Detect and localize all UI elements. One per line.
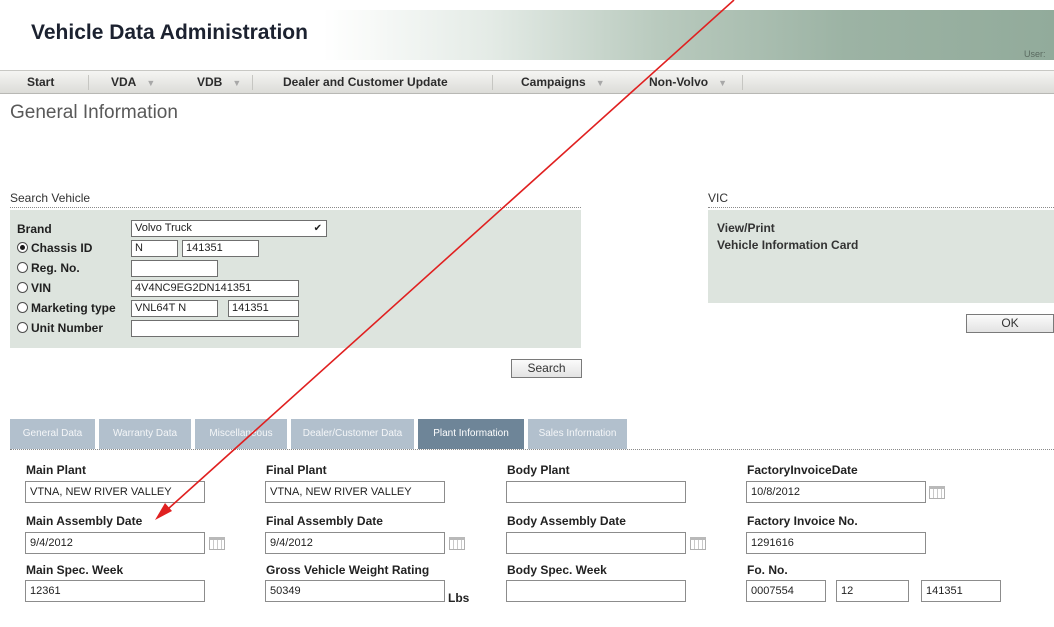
gvwr-label: Gross Vehicle Weight Rating [266, 563, 430, 577]
final-assembly-date-field[interactable]: 9/4/2012 [265, 532, 445, 554]
tab-sales-information[interactable]: Sales Information [528, 419, 627, 449]
factory-invoice-no-field[interactable]: 1291616 [746, 532, 926, 554]
radio-vin[interactable] [17, 282, 28, 293]
app-header: Vehicle Data Administration User: [0, 0, 1054, 62]
search-vehicle-title: Search Vehicle [10, 191, 91, 205]
menu-vdb[interactable]: VDB ▼ [197, 71, 241, 93]
menu-campaigns[interactable]: Campaigns ▼ [521, 71, 605, 93]
fo-no-field-2[interactable]: 12 [836, 580, 909, 602]
chassis-id-label: Chassis ID [31, 241, 93, 255]
fo-no-field-1[interactable]: 0007554 [746, 580, 826, 602]
annotation-arrowhead [155, 503, 172, 520]
calendar-icon[interactable] [690, 537, 706, 550]
calendar-icon[interactable] [209, 537, 225, 550]
main-plant-label: Main Plant [26, 463, 87, 477]
tab-miscellaneous[interactable]: Miscellaneous [195, 419, 287, 449]
main-spec-week-label: Main Spec. Week [26, 563, 124, 577]
tab-plant-information[interactable]: Plant Information [418, 419, 524, 449]
body-assembly-date-label: Body Assembly Date [507, 514, 626, 528]
main-assembly-date-field[interactable]: 9/4/2012 [25, 532, 205, 554]
factory-invoice-date-label: FactoryInvoiceDate [747, 463, 858, 477]
chevron-down-icon: ▼ [146, 78, 156, 88]
app-title: Vehicle Data Administration [31, 21, 308, 44]
main-plant-field[interactable]: VTNA, NEW RIVER VALLEY [25, 481, 205, 503]
reg-no-input[interactable] [131, 260, 218, 277]
fo-no-label: Fo. No. [747, 563, 788, 577]
gvwr-field[interactable]: 50349 [265, 580, 445, 602]
body-assembly-date-field[interactable] [506, 532, 686, 554]
menu-separator [252, 75, 253, 90]
vin-label: VIN [31, 281, 52, 295]
main-menu: Start VDA ▼ VDB ▼ Dealer and Customer Upda… [0, 70, 1054, 94]
vic-card-label: Vehicle Information Card [717, 238, 859, 252]
body-spec-week-label: Body Spec. Week [507, 563, 607, 577]
vic-view-print: View/Print [717, 221, 775, 235]
section-divider [708, 207, 1054, 208]
menu-separator [742, 75, 743, 90]
menu-vda[interactable]: VDA ▼ [111, 71, 155, 93]
final-plant-label: Final Plant [266, 463, 327, 477]
brand-label: Brand [17, 222, 52, 236]
chassis-number-input[interactable]: 141351 [182, 240, 259, 257]
brand-select[interactable]: Volvo Truck ✔ [131, 220, 327, 237]
menu-start[interactable]: Start [27, 71, 54, 93]
chevron-down-icon: ✔ [313, 223, 322, 234]
page-title: General Information [10, 102, 178, 123]
chassis-series-input[interactable]: N [131, 240, 178, 257]
search-vehicle-panel: Brand Volvo Truck ✔ Chassis ID N 141351 … [10, 210, 581, 348]
menu-dealer-customer-update[interactable]: Dealer and Customer Update [283, 71, 448, 93]
unit-number-input[interactable] [131, 320, 299, 337]
section-divider [10, 207, 581, 208]
vic-panel: View/Print Vehicle Information Card [708, 210, 1054, 303]
final-plant-field[interactable]: VTNA, NEW RIVER VALLEY [265, 481, 445, 503]
body-spec-week-field[interactable] [506, 580, 686, 602]
body-plant-field[interactable] [506, 481, 686, 503]
marketing-number-input[interactable]: 141351 [228, 300, 299, 317]
tab-general-data[interactable]: General Data [10, 419, 95, 449]
radio-marketing-type[interactable] [17, 302, 28, 313]
menu-separator [492, 75, 493, 90]
chevron-down-icon: ▼ [232, 78, 242, 88]
menu-separator [88, 75, 89, 90]
radio-chassis-id[interactable] [17, 242, 28, 253]
marketing-type-label: Marketing type [31, 301, 116, 315]
unit-number-label: Unit Number [31, 321, 103, 335]
factory-invoice-no-label: Factory Invoice No. [747, 514, 858, 528]
tab-divider [10, 449, 1054, 450]
reg-no-label: Reg. No. [31, 261, 80, 275]
gvwr-unit: Lbs [448, 591, 470, 605]
final-assembly-date-label: Final Assembly Date [266, 514, 383, 528]
ok-button[interactable]: OK [966, 314, 1054, 333]
user-label: User: [1024, 49, 1046, 59]
factory-invoice-date-field[interactable]: 10/8/2012 [746, 481, 926, 503]
body-plant-label: Body Plant [507, 463, 570, 477]
calendar-icon[interactable] [929, 486, 945, 499]
calendar-icon[interactable] [449, 537, 465, 550]
main-assembly-date-label: Main Assembly Date [26, 514, 143, 528]
menu-non-volvo[interactable]: Non-Volvo ▼ [649, 71, 727, 93]
vic-title: VIC [708, 191, 729, 205]
marketing-type-input[interactable]: VNL64T N [131, 300, 218, 317]
search-button[interactable]: Search [511, 359, 582, 378]
tab-warranty-data[interactable]: Warranty Data [99, 419, 191, 449]
radio-reg-no[interactable] [17, 262, 28, 273]
chevron-down-icon: ▼ [718, 78, 728, 88]
fo-no-field-3[interactable]: 141351 [921, 580, 1001, 602]
radio-unit-number[interactable] [17, 322, 28, 333]
chevron-down-icon: ▼ [595, 78, 605, 88]
main-spec-week-field[interactable]: 12361 [25, 580, 205, 602]
tab-dealer-customer-data[interactable]: Dealer/Customer Data [291, 419, 414, 449]
vin-input[interactable]: 4V4NC9EG2DN141351 [131, 280, 299, 297]
